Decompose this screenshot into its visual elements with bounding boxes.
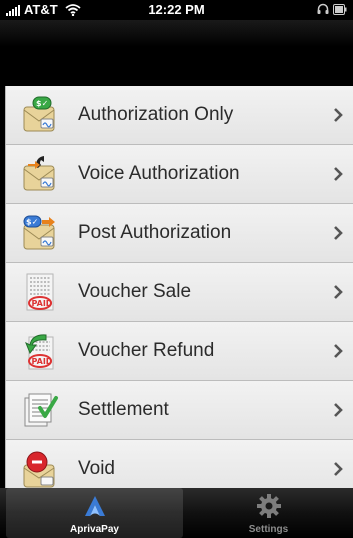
status-time: 12:22 PM <box>148 2 205 17</box>
battery-icon <box>333 3 347 18</box>
apriva-logo-icon <box>82 493 108 519</box>
menu-item-label: Voice Authorization <box>78 163 240 184</box>
menu-item-label: Voucher Sale <box>78 281 192 302</box>
chevron-right-icon <box>334 226 343 240</box>
svg-text:$✓: $✓ <box>36 99 48 108</box>
tab-label: AprivaPay <box>70 524 119 535</box>
status-bar: AT&T 12:22 PM <box>0 0 353 20</box>
tab-settings[interactable]: Settings <box>190 488 347 538</box>
authorization-icon: $✓ <box>20 95 60 135</box>
menu-item-voucher-refund[interactable]: PAID Voucher Refund <box>6 322 353 381</box>
menu-item-void[interactable]: Void <box>6 440 353 488</box>
svg-text:PAID: PAID <box>32 357 53 366</box>
voice-authorization-icon <box>20 154 60 194</box>
void-icon <box>20 449 60 488</box>
svg-text:PAID: PAID <box>32 299 53 308</box>
tab-label: Settings <box>248 524 289 535</box>
menu-item-settlement[interactable]: Settlement <box>6 381 353 440</box>
chevron-right-icon <box>334 344 343 358</box>
tab-aprivapay[interactable]: AprivaPay <box>6 488 183 538</box>
menu-item-label: Authorization Only <box>78 104 234 125</box>
chevron-right-icon <box>334 108 343 122</box>
tab-bar: AprivaPay Settings <box>0 488 353 538</box>
voucher-sale-icon: PAID <box>20 272 60 312</box>
svg-text:$✓: $✓ <box>26 218 38 227</box>
menu-item-label: Voucher Refund <box>78 340 215 361</box>
menu-item-voice-authorization[interactable]: Voice Authorization <box>6 145 353 204</box>
chevron-right-icon <box>334 167 343 181</box>
menu-item-authorization-only[interactable]: $✓ Authorization Only <box>6 86 353 145</box>
status-right-group <box>317 3 347 18</box>
menu-item-label: Post Authorization <box>78 222 232 243</box>
settlement-icon <box>20 390 60 430</box>
chevron-right-icon <box>334 462 343 476</box>
gear-icon <box>256 493 282 519</box>
headphones-icon <box>317 3 329 18</box>
menu-item-label: Settlement <box>78 399 169 420</box>
transaction-menu-list: $✓ Authorization Only Voice Authorizatio… <box>5 86 353 488</box>
post-authorization-icon: $✓ <box>20 213 60 253</box>
menu-item-post-authorization[interactable]: $✓ Post Authorization <box>6 204 353 263</box>
voucher-refund-icon: PAID <box>20 331 60 371</box>
menu-item-label: Void <box>78 458 115 479</box>
menu-item-voucher-sale[interactable]: PAID Voucher Sale <box>6 263 353 322</box>
chevron-right-icon <box>334 403 343 417</box>
navigation-bar <box>0 20 353 86</box>
chevron-right-icon <box>334 285 343 299</box>
